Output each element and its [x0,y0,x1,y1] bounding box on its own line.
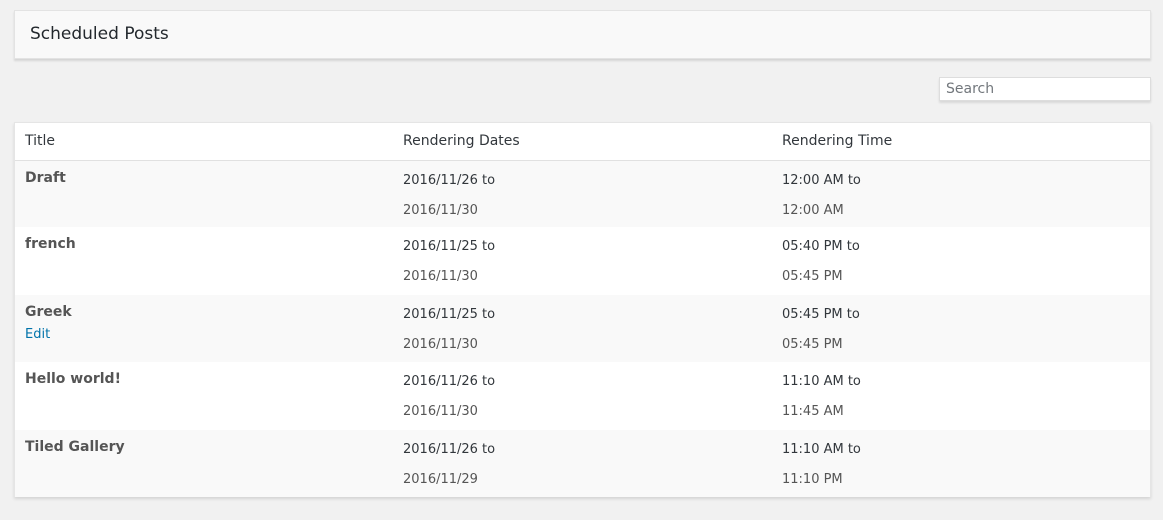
table-row[interactable]: french 2016/11/25 to 2016/11/30 05:40 PM… [15,227,1150,295]
title-cell: Tiled Gallery [15,430,393,497]
column-header-title[interactable]: Title [15,123,393,161]
date-end: 2016/11/30 [403,269,478,285]
time-end: 11:10 PM [782,471,843,487]
table-row[interactable]: Greek Edit 2016/11/25 to 2016/11/30 05:4… [15,294,1150,363]
time-cell: 05:40 PM to 05:45 PM [772,227,1150,294]
search-input[interactable] [939,77,1151,101]
edit-link[interactable]: Edit [25,327,383,342]
title-cell: Greek Edit [15,295,393,362]
time-start: 11:10 AM to [782,441,861,457]
table-row[interactable]: Tiled Gallery 2016/11/26 to 2016/11/29 1… [15,429,1150,497]
dates-cell: 2016/11/26 to 2016/11/30 [393,362,772,429]
post-title[interactable]: french [25,236,383,252]
dates-cell: 2016/11/25 to 2016/11/30 [393,227,772,294]
date-end: 2016/11/30 [403,404,478,420]
page-header: Scheduled Posts [14,10,1151,59]
time-cell: 11:10 AM to 11:45 AM [772,362,1150,429]
time-cell: 12:00 AM to 12:00 AM [772,160,1150,227]
table-header-row: Title Rendering Dates Rendering Time [15,123,1150,161]
date-start: 2016/11/26 to [403,374,496,390]
time-cell: 05:45 PM to 05:45 PM [772,295,1150,362]
scheduled-posts-table: Title Rendering Dates Rendering Time Dra… [14,122,1151,497]
dates-cell: 2016/11/26 to 2016/11/30 [393,160,772,227]
table-row[interactable]: Hello world! 2016/11/26 to 2016/11/30 11… [15,362,1150,430]
page-title: Scheduled Posts [30,24,169,44]
time-end: 05:45 PM [782,269,843,285]
time-end: 12:00 AM [782,202,844,218]
title-cell: Draft [15,160,393,227]
date-start: 2016/11/25 to [403,306,496,322]
title-cell: Hello world! [15,362,393,429]
time-start: 05:40 PM to [782,239,860,255]
time-start: 11:10 AM to [782,374,861,390]
date-end: 2016/11/30 [403,202,478,218]
column-header-rendering-dates[interactable]: Rendering Dates [393,123,772,161]
dates-cell: 2016/11/25 to 2016/11/30 [393,295,772,362]
column-header-rendering-time[interactable]: Rendering Time [772,123,1150,161]
date-start: 2016/11/25 to [403,239,496,255]
post-title[interactable]: Draft [25,170,383,186]
date-start: 2016/11/26 to [403,441,496,457]
time-end: 05:45 PM [782,336,843,352]
time-start: 05:45 PM to [782,306,860,322]
dates-cell: 2016/11/26 to 2016/11/29 [393,430,772,497]
post-title[interactable]: Tiled Gallery [25,439,383,455]
post-title[interactable]: Greek [25,304,383,320]
time-start: 12:00 AM to [782,172,861,188]
date-start: 2016/11/26 to [403,172,496,188]
title-cell: french [15,227,393,294]
time-end: 11:45 AM [782,404,844,420]
post-title[interactable]: Hello world! [25,371,383,387]
table-row[interactable]: Draft 2016/11/26 to 2016/11/30 12:00 AM … [15,160,1150,228]
time-cell: 11:10 AM to 11:10 PM [772,430,1150,497]
date-end: 2016/11/30 [403,336,478,352]
date-end: 2016/11/29 [403,471,478,487]
